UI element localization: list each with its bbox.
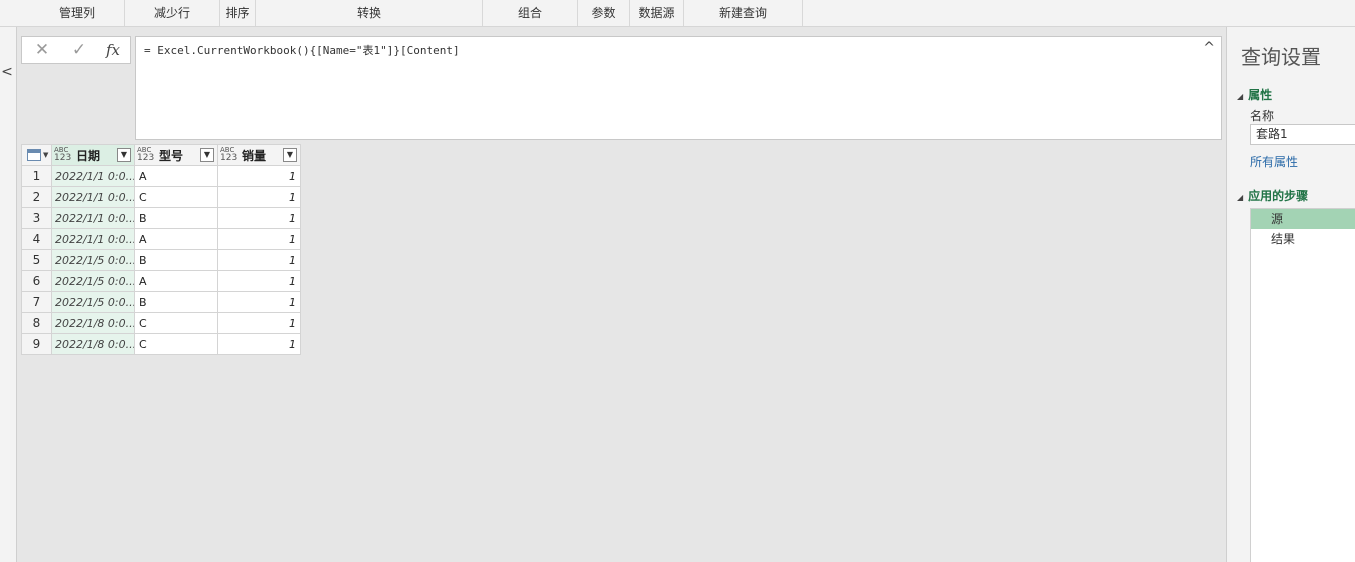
cell-type[interactable]: C (134, 333, 218, 355)
cell-sales[interactable]: 1 (217, 249, 301, 271)
column-header-type[interactable]: ABC 123 型号 ▼ (134, 144, 218, 166)
formula-buttons: ✕ ✓ fx (21, 36, 131, 64)
ribbon-group-labels: 管理列 减少行 排序 转换 组合 参数 数据源 新建查询 (0, 0, 1355, 27)
step-result[interactable]: 结果 (1251, 229, 1355, 249)
table-menu-button[interactable]: ▼ (21, 144, 52, 166)
formula-bar[interactable]: = Excel.CurrentWorkbook(){[Name="表1"]}[C… (135, 36, 1222, 140)
expand-queries-pane-icon[interactable]: < (0, 63, 14, 81)
cell-type[interactable]: C (134, 312, 218, 334)
row-number[interactable]: 2 (21, 186, 52, 208)
column-header-label: 日期 (76, 149, 101, 163)
query-settings-title: 查询设置 (1241, 45, 1321, 69)
table-row[interactable]: 8 2022/1/8 0:0... C 1 (21, 312, 301, 334)
column-header-sales[interactable]: ABC 123 销量 ▼ (217, 144, 301, 166)
applied-steps-heading: 应用的步骤 (1248, 189, 1309, 203)
filter-dropdown-icon[interactable]: ▼ (283, 148, 297, 162)
row-number[interactable]: 6 (21, 270, 52, 292)
name-label: 名称 (1250, 109, 1275, 123)
cell-sales[interactable]: 1 (217, 291, 301, 313)
cell-sales[interactable]: 1 (217, 270, 301, 292)
cell-sales[interactable]: 1 (217, 165, 301, 187)
table-row[interactable]: 6 2022/1/5 0:0... A 1 (21, 270, 301, 292)
table-row[interactable]: 1 2022/1/1 0:0... A 1 (21, 165, 301, 187)
table-icon (27, 149, 41, 161)
filter-dropdown-icon[interactable]: ▼ (200, 148, 214, 162)
cell-type[interactable]: B (134, 291, 218, 313)
cell-date[interactable]: 2022/1/5 0:0... (51, 270, 135, 292)
cell-type[interactable]: C (134, 186, 218, 208)
any-type-icon: ABC 123 (220, 146, 238, 163)
table-row[interactable]: 3 2022/1/1 0:0... B 1 (21, 207, 301, 229)
cell-sales[interactable]: 1 (217, 228, 301, 250)
table-row[interactable]: 7 2022/1/5 0:0... B 1 (21, 291, 301, 313)
row-number[interactable]: 4 (21, 228, 52, 250)
collapse-formula-icon[interactable]: ^ (1203, 40, 1215, 56)
table-row[interactable]: 5 2022/1/5 0:0... B 1 (21, 249, 301, 271)
ribbon-group-manage-columns[interactable]: 管理列 (30, 0, 125, 26)
collapse-triangle-icon: ◢ (1237, 92, 1244, 101)
data-preview-table: ▼ ABC123 日期 ▼ ABC123 型号 ▼ ABC123 销量 ▼ (21, 144, 301, 355)
cell-type[interactable]: A (134, 228, 218, 250)
cell-date[interactable]: 2022/1/5 0:0... (51, 249, 135, 271)
ribbon-group-new-query[interactable]: 新建查询 (684, 0, 803, 26)
cell-sales[interactable]: 1 (217, 186, 301, 208)
collapse-triangle-icon: ◢ (1237, 193, 1244, 202)
cell-type[interactable]: B (134, 249, 218, 271)
table-row[interactable]: 9 2022/1/8 0:0... C 1 (21, 333, 301, 355)
table-row[interactable]: 2 2022/1/1 0:0... C 1 (21, 186, 301, 208)
cell-type[interactable]: B (134, 207, 218, 229)
row-number[interactable]: 7 (21, 291, 52, 313)
cell-date[interactable]: 2022/1/1 0:0... (51, 207, 135, 229)
step-source[interactable]: 源 (1251, 209, 1355, 229)
row-number[interactable]: 8 (21, 312, 52, 334)
queries-pane-collapsed: < (0, 27, 17, 562)
ribbon-group-reduce-rows[interactable]: 减少行 (125, 0, 220, 26)
cell-sales[interactable]: 1 (217, 333, 301, 355)
query-settings-pane: 查询设置 ◢ 属性 名称 套路1 所有属性 ◢ 应用的步骤 源 结果 (1226, 27, 1355, 562)
table-row[interactable]: 4 2022/1/1 0:0... A 1 (21, 228, 301, 250)
ribbon-group-transform[interactable]: 转换 (256, 0, 483, 26)
chevron-down-icon: ▼ (43, 151, 49, 159)
cell-date[interactable]: 2022/1/1 0:0... (51, 228, 135, 250)
formula-text[interactable]: = Excel.CurrentWorkbook(){[Name="表1"]}[C… (144, 42, 460, 58)
ribbon-group-sort[interactable]: 排序 (220, 0, 256, 26)
cell-date[interactable]: 2022/1/1 0:0... (51, 186, 135, 208)
ribbon-group-data-sources[interactable]: 数据源 (630, 0, 684, 26)
applied-steps-section-header[interactable]: ◢ 应用的步骤 (1237, 187, 1308, 204)
any-type-icon: ABC 123 (137, 146, 155, 163)
properties-heading: 属性 (1248, 88, 1273, 102)
row-number[interactable]: 1 (21, 165, 52, 187)
filter-dropdown-icon[interactable]: ▼ (117, 148, 131, 162)
cell-date[interactable]: 2022/1/8 0:0... (51, 333, 135, 355)
ribbon-group-parameters[interactable]: 参数 (578, 0, 630, 26)
column-header-date[interactable]: ABC 123 日期 ▼ (51, 144, 135, 166)
all-properties-link[interactable]: 所有属性 (1250, 153, 1298, 170)
cell-date[interactable]: 2022/1/8 0:0... (51, 312, 135, 334)
query-name-input[interactable]: 套路1 (1250, 124, 1355, 145)
row-number[interactable]: 9 (21, 333, 52, 355)
cell-type[interactable]: A (134, 270, 218, 292)
properties-section-header[interactable]: ◢ 属性 (1237, 86, 1272, 103)
column-header-label: 型号 (159, 149, 184, 163)
cell-date[interactable]: 2022/1/5 0:0... (51, 291, 135, 313)
editor-main-area: ✕ ✓ fx = Excel.CurrentWorkbook(){[Name="… (17, 27, 1226, 562)
row-number[interactable]: 5 (21, 249, 52, 271)
insert-function-icon[interactable]: fx (96, 37, 130, 63)
column-header-label: 销量 (242, 149, 267, 163)
cancel-formula-icon[interactable]: ✕ (25, 37, 59, 63)
cell-type[interactable]: A (134, 165, 218, 187)
cell-sales[interactable]: 1 (217, 207, 301, 229)
applied-steps-list: 源 结果 (1250, 208, 1355, 562)
cell-sales[interactable]: 1 (217, 312, 301, 334)
cell-date[interactable]: 2022/1/1 0:0... (51, 165, 135, 187)
ribbon-group-combine[interactable]: 组合 (483, 0, 578, 26)
row-number[interactable]: 3 (21, 207, 52, 229)
any-type-icon: ABC 123 (54, 146, 72, 163)
confirm-formula-icon[interactable]: ✓ (62, 37, 96, 63)
